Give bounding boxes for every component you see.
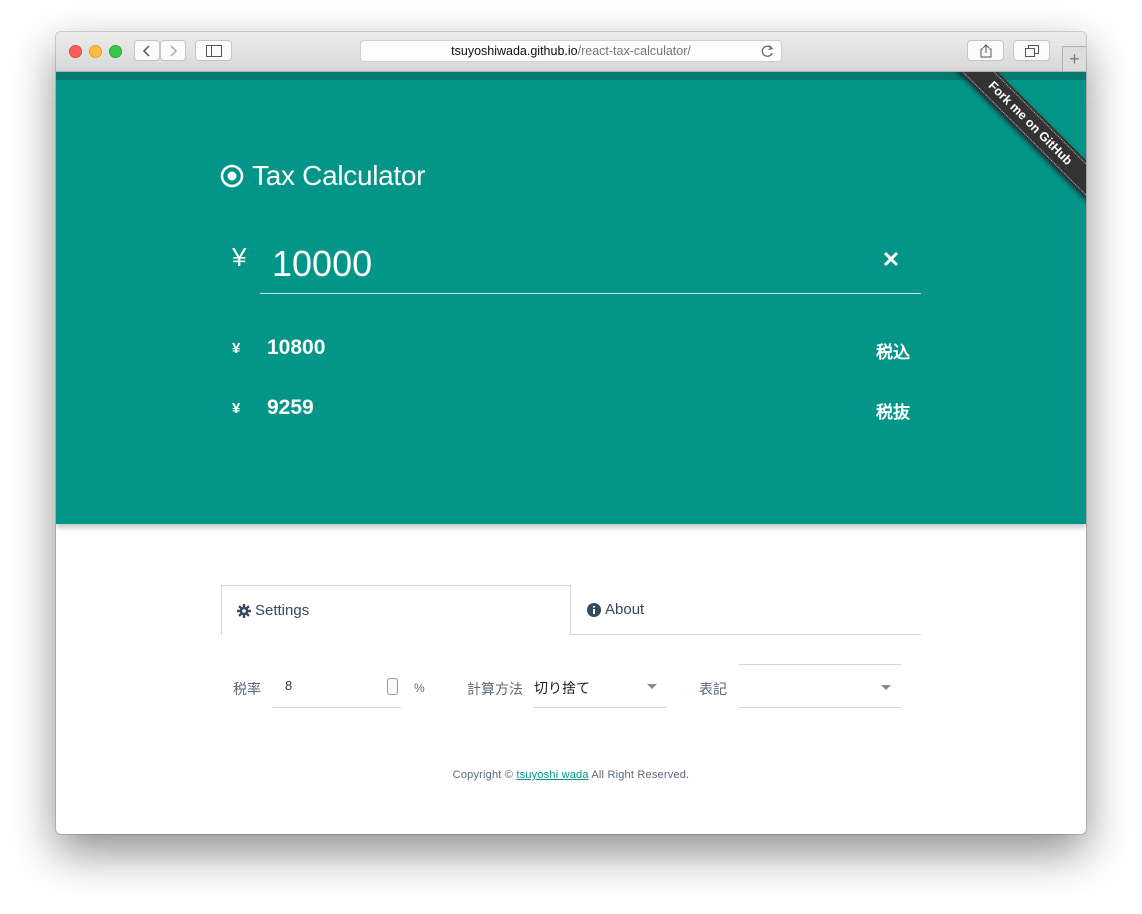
share-icon: [980, 43, 991, 57]
sidebar-icon: [205, 44, 222, 57]
info-icon: [587, 602, 601, 617]
tab-about-label: About: [605, 601, 645, 618]
copyright-prefix: Copyright ©: [452, 769, 514, 781]
tax-excluded-value: 9259: [267, 396, 314, 419]
currency-symbol: ¥: [232, 400, 241, 417]
clear-button[interactable]: [880, 248, 902, 270]
app-title-text: Tax Calculator: [252, 160, 426, 191]
browser-titlebar: tsuyoshiwada.github.io/react-tax-calcula…: [56, 32, 1086, 72]
tax-rate-input[interactable]: [273, 664, 401, 708]
target-icon: [220, 164, 244, 188]
url-host: tsuyoshiwada.github.io: [451, 44, 578, 58]
chevron-right-icon: [170, 44, 178, 57]
new-tab-button[interactable]: +: [1062, 46, 1086, 71]
chevron-left-icon: [142, 44, 150, 57]
back-button[interactable]: [134, 40, 160, 61]
calculator-header: Tax Calculator ¥ ¥ 10800 税込 ¥ 9259 税抜 Fo…: [56, 72, 1086, 524]
chevron-down-icon: [647, 684, 657, 689]
notation-select[interactable]: [739, 664, 901, 708]
currency-symbol: ¥: [232, 340, 241, 357]
fork-me-ribbon[interactable]: Fork me on GitHub: [949, 72, 1086, 204]
amount-input[interactable]: [260, 234, 921, 294]
settings-panel: 税率 % 計算方法 切り捨て 表記: [221, 664, 921, 710]
copyright-suffix: All Right Reserved.: [591, 769, 690, 781]
url-path: /react-tax-calculator/: [577, 44, 691, 58]
header-top-strip: [56, 72, 1086, 80]
tab-bar: Settings About: [221, 585, 921, 635]
forward-button[interactable]: [160, 40, 186, 61]
plus-icon: +: [1069, 48, 1080, 69]
notation-label: 表記: [699, 681, 727, 697]
address-bar[interactable]: tsuyoshiwada.github.io/react-tax-calcula…: [360, 40, 782, 62]
tax-rate-stepper[interactable]: [387, 678, 398, 695]
sidebar-toggle-button[interactable]: [195, 40, 232, 61]
tax-rate-unit: %: [414, 681, 425, 695]
chevron-down-icon: [881, 685, 891, 690]
tabs-icon: [1024, 44, 1039, 57]
rounding-label: 計算方法: [467, 681, 523, 697]
gear-icon: [237, 603, 251, 618]
tax-included-row: ¥ 10800 税込: [232, 334, 912, 364]
close-window-button[interactable]: [69, 45, 82, 58]
author-link[interactable]: tsuyoshi wada: [516, 769, 588, 781]
share-button[interactable]: [967, 40, 1004, 61]
minimize-window-button[interactable]: [89, 45, 102, 58]
browser-window: tsuyoshiwada.github.io/react-tax-calcula…: [56, 32, 1086, 834]
tax-included-value: 10800: [267, 336, 326, 359]
rounding-value: 切り捨て: [534, 680, 590, 696]
close-icon: [883, 251, 899, 267]
footer: Copyright © tsuyoshi wada All Right Rese…: [56, 769, 1086, 781]
app-title: Tax Calculator: [220, 160, 426, 192]
github-ribbon-container: Fork me on GitHub: [936, 72, 1086, 222]
tax-excluded-row: ¥ 9259 税抜: [232, 394, 912, 424]
tab-settings-label: Settings: [255, 602, 310, 619]
zoom-window-button[interactable]: [109, 45, 122, 58]
reload-icon[interactable]: [761, 44, 774, 58]
tax-rate-label: 税率: [233, 681, 261, 697]
tax-included-label: 税込: [876, 343, 910, 362]
rounding-select[interactable]: 切り捨て: [534, 664, 667, 708]
tab-about[interactable]: About: [571, 585, 921, 635]
tab-settings[interactable]: Settings: [221, 585, 571, 635]
tax-excluded-label: 税抜: [876, 403, 910, 422]
tabs-overview-button[interactable]: [1013, 40, 1050, 61]
currency-symbol: ¥: [232, 242, 247, 272]
